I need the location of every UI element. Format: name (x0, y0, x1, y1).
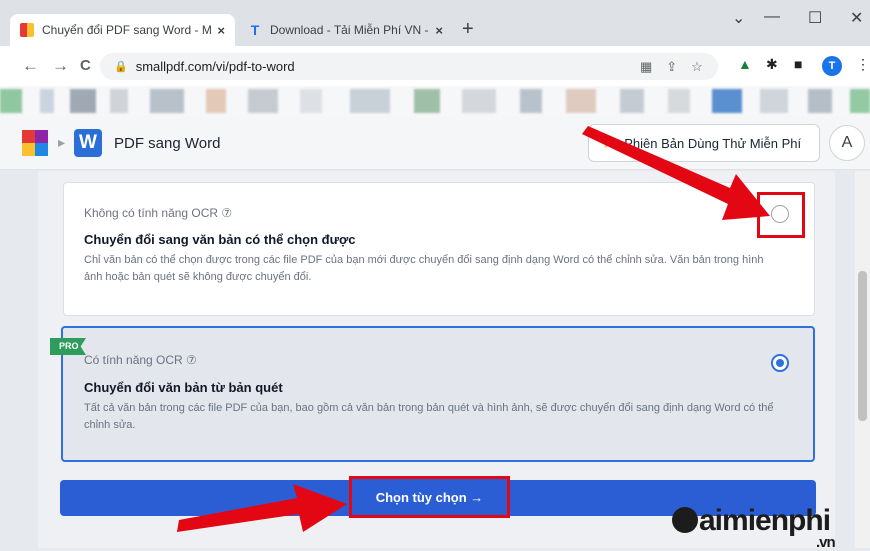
scrollbar-thumb[interactable] (858, 271, 867, 421)
menu-kebab-icon[interactable]: ⋮ (856, 56, 870, 73)
annotation-arrow-bottom (177, 484, 347, 532)
option-label: Không có tính năng OCR ⑦ (84, 206, 233, 220)
option-label: Có tính năng OCR ⑦ (84, 353, 197, 367)
option-description: Tất cả văn bản trong các file PDF của bạ… (84, 402, 774, 431)
radio-ocr[interactable] (771, 354, 789, 372)
user-button[interactable]: A (829, 125, 865, 161)
watermark-domain: .vn (816, 534, 836, 551)
watermark-logo: aimienphi .vn (672, 504, 836, 551)
option-heading: Chuyển đổi sang văn bản có thể chọn được (84, 232, 356, 247)
forward-button[interactable]: → (52, 56, 69, 76)
back-button[interactable]: ← (22, 56, 39, 76)
omnibox-action-icons[interactable]: ▦⇪☆ (640, 59, 717, 75)
drive-extension-icon[interactable]: ▲ (738, 56, 752, 72)
url-text: smallpdf.com/vi/pdf-to-word (135, 59, 295, 74)
close-window-button[interactable]: ✕ (850, 8, 863, 28)
watermark-circle-icon (672, 507, 698, 533)
smallpdf-logo[interactable] (22, 130, 48, 156)
pro-badge: PRO (50, 338, 86, 355)
reload-button[interactable]: C (80, 57, 91, 74)
choose-option-button[interactable]: Chọn tùy chọn → (349, 476, 510, 518)
option-heading: Chuyển đổi văn bản từ bản quét (84, 380, 283, 395)
address-bar[interactable]: 🔒 smallpdf.com/vi/pdf-to-word (100, 53, 718, 80)
tab-title: Download - Tải Miễn Phí VN - Ph (270, 23, 430, 37)
tab-taimienphi[interactable]: T Download - Tải Miễn Phí VN - Ph × (238, 14, 453, 46)
chevron-right-icon: ▸ (58, 134, 66, 150)
annotation-arrow-top (582, 126, 770, 220)
taimienphi-favicon-icon: T (250, 22, 260, 38)
minimize-button[interactable]: — (764, 8, 780, 26)
lock-icon: 🔒 (114, 61, 128, 73)
tab-strip: Chuyển đổi PDF sang Word - Mi × T Downlo… (0, 0, 870, 46)
page-title: PDF sang Word (114, 135, 221, 152)
browser-toolbar: ← → C 🔒 smallpdf.com/vi/pdf-to-word ▦⇪☆ … (0, 46, 870, 86)
smallpdf-favicon-icon (20, 23, 34, 37)
extensions-puzzle-icon[interactable]: ✱ (766, 56, 778, 73)
bookmarks-bar (0, 86, 870, 116)
tab-close-icon[interactable]: × (435, 23, 443, 38)
maximize-button[interactable]: ☐ (808, 8, 822, 28)
word-icon: W (74, 129, 102, 157)
new-tab-button[interactable]: + (462, 18, 474, 41)
option-description: Chỉ văn bản có thể chọn được trong các f… (84, 254, 764, 283)
tab-title: Chuyển đổi PDF sang Word - Mi (42, 23, 212, 37)
watermark-text: aimienphi (699, 504, 831, 537)
tab-search-icon[interactable]: ⌄ (732, 8, 745, 28)
tab-close-icon[interactable]: × (217, 23, 225, 38)
profile-avatar[interactable]: T (822, 56, 842, 76)
side-panel-icon[interactable]: ■ (794, 56, 802, 72)
tab-smallpdf[interactable]: Chuyển đổi PDF sang Word - Mi × (10, 14, 235, 46)
